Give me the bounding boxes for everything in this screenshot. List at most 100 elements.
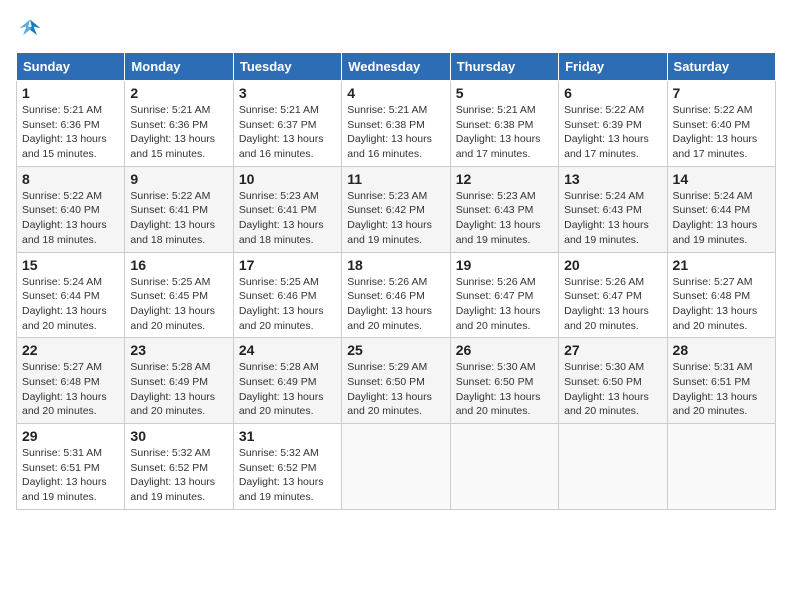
day-number: 6 — [564, 85, 661, 101]
daylight-label: Daylight: 13 hours and 20 minutes. — [456, 391, 541, 418]
day-info: Sunrise: 5:23 AM Sunset: 6:43 PM Dayligh… — [456, 189, 553, 248]
day-number: 11 — [347, 171, 444, 187]
sunrise-label: Sunrise: 5:27 AM — [22, 361, 102, 373]
sunset-label: Sunset: 6:41 PM — [130, 204, 208, 216]
sunset-label: Sunset: 6:44 PM — [673, 204, 751, 216]
calendar-cell — [559, 424, 667, 510]
calendar-cell: 28 Sunrise: 5:31 AM Sunset: 6:51 PM Dayl… — [667, 338, 775, 424]
sunset-label: Sunset: 6:49 PM — [239, 376, 317, 388]
calendar-cell: 29 Sunrise: 5:31 AM Sunset: 6:51 PM Dayl… — [17, 424, 125, 510]
day-info: Sunrise: 5:25 AM Sunset: 6:46 PM Dayligh… — [239, 275, 336, 334]
sunrise-label: Sunrise: 5:26 AM — [347, 276, 427, 288]
sunset-label: Sunset: 6:40 PM — [673, 119, 751, 131]
sunrise-label: Sunrise: 5:22 AM — [564, 104, 644, 116]
sunrise-label: Sunrise: 5:21 AM — [347, 104, 427, 116]
calendar-cell: 13 Sunrise: 5:24 AM Sunset: 6:43 PM Dayl… — [559, 166, 667, 252]
daylight-label: Daylight: 13 hours and 19 minutes. — [673, 219, 758, 246]
page-header — [16, 16, 776, 44]
daylight-label: Daylight: 13 hours and 20 minutes. — [456, 305, 541, 332]
daylight-label: Daylight: 13 hours and 19 minutes. — [239, 476, 324, 503]
sunset-label: Sunset: 6:41 PM — [239, 204, 317, 216]
day-info: Sunrise: 5:31 AM Sunset: 6:51 PM Dayligh… — [22, 446, 119, 505]
sunrise-label: Sunrise: 5:21 AM — [22, 104, 102, 116]
sunrise-label: Sunrise: 5:24 AM — [22, 276, 102, 288]
day-number: 29 — [22, 428, 119, 444]
sunset-label: Sunset: 6:43 PM — [456, 204, 534, 216]
sunset-label: Sunset: 6:50 PM — [456, 376, 534, 388]
day-number: 15 — [22, 257, 119, 273]
day-info: Sunrise: 5:29 AM Sunset: 6:50 PM Dayligh… — [347, 360, 444, 419]
sunset-label: Sunset: 6:50 PM — [564, 376, 642, 388]
day-number: 26 — [456, 342, 553, 358]
daylight-label: Daylight: 13 hours and 17 minutes. — [564, 133, 649, 160]
day-info: Sunrise: 5:28 AM Sunset: 6:49 PM Dayligh… — [239, 360, 336, 419]
calendar-cell: 10 Sunrise: 5:23 AM Sunset: 6:41 PM Dayl… — [233, 166, 341, 252]
sunset-label: Sunset: 6:44 PM — [22, 290, 100, 302]
weekday-header-tuesday: Tuesday — [233, 53, 341, 81]
day-info: Sunrise: 5:25 AM Sunset: 6:45 PM Dayligh… — [130, 275, 227, 334]
daylight-label: Daylight: 13 hours and 15 minutes. — [22, 133, 107, 160]
sunset-label: Sunset: 6:46 PM — [239, 290, 317, 302]
daylight-label: Daylight: 13 hours and 20 minutes. — [239, 305, 324, 332]
daylight-label: Daylight: 13 hours and 19 minutes. — [22, 476, 107, 503]
day-number: 10 — [239, 171, 336, 187]
daylight-label: Daylight: 13 hours and 20 minutes. — [347, 391, 432, 418]
day-number: 19 — [456, 257, 553, 273]
calendar-cell: 4 Sunrise: 5:21 AM Sunset: 6:38 PM Dayli… — [342, 81, 450, 167]
calendar-cell: 11 Sunrise: 5:23 AM Sunset: 6:42 PM Dayl… — [342, 166, 450, 252]
day-info: Sunrise: 5:24 AM Sunset: 6:43 PM Dayligh… — [564, 189, 661, 248]
day-info: Sunrise: 5:32 AM Sunset: 6:52 PM Dayligh… — [239, 446, 336, 505]
calendar-week-row: 8 Sunrise: 5:22 AM Sunset: 6:40 PM Dayli… — [17, 166, 776, 252]
sunrise-label: Sunrise: 5:23 AM — [239, 190, 319, 202]
day-info: Sunrise: 5:22 AM Sunset: 6:39 PM Dayligh… — [564, 103, 661, 162]
day-info: Sunrise: 5:23 AM Sunset: 6:42 PM Dayligh… — [347, 189, 444, 248]
sunrise-label: Sunrise: 5:23 AM — [456, 190, 536, 202]
sunrise-label: Sunrise: 5:21 AM — [456, 104, 536, 116]
day-info: Sunrise: 5:31 AM Sunset: 6:51 PM Dayligh… — [673, 360, 770, 419]
day-number: 31 — [239, 428, 336, 444]
day-number: 7 — [673, 85, 770, 101]
sunrise-label: Sunrise: 5:26 AM — [456, 276, 536, 288]
weekday-header-wednesday: Wednesday — [342, 53, 450, 81]
sunrise-label: Sunrise: 5:21 AM — [239, 104, 319, 116]
day-number: 13 — [564, 171, 661, 187]
sunrise-label: Sunrise: 5:24 AM — [673, 190, 753, 202]
logo — [16, 16, 48, 44]
calendar-cell: 8 Sunrise: 5:22 AM Sunset: 6:40 PM Dayli… — [17, 166, 125, 252]
day-info: Sunrise: 5:26 AM Sunset: 6:46 PM Dayligh… — [347, 275, 444, 334]
daylight-label: Daylight: 13 hours and 20 minutes. — [130, 305, 215, 332]
day-info: Sunrise: 5:22 AM Sunset: 6:40 PM Dayligh… — [22, 189, 119, 248]
day-number: 12 — [456, 171, 553, 187]
day-info: Sunrise: 5:21 AM Sunset: 6:38 PM Dayligh… — [347, 103, 444, 162]
sunrise-label: Sunrise: 5:28 AM — [239, 361, 319, 373]
day-info: Sunrise: 5:21 AM Sunset: 6:36 PM Dayligh… — [130, 103, 227, 162]
sunset-label: Sunset: 6:39 PM — [564, 119, 642, 131]
sunrise-label: Sunrise: 5:25 AM — [239, 276, 319, 288]
daylight-label: Daylight: 13 hours and 19 minutes. — [456, 219, 541, 246]
calendar-cell: 24 Sunrise: 5:28 AM Sunset: 6:49 PM Dayl… — [233, 338, 341, 424]
day-info: Sunrise: 5:30 AM Sunset: 6:50 PM Dayligh… — [456, 360, 553, 419]
daylight-label: Daylight: 13 hours and 18 minutes. — [22, 219, 107, 246]
day-number: 5 — [456, 85, 553, 101]
day-number: 16 — [130, 257, 227, 273]
day-number: 3 — [239, 85, 336, 101]
logo-icon — [16, 16, 44, 44]
weekday-header-sunday: Sunday — [17, 53, 125, 81]
daylight-label: Daylight: 13 hours and 19 minutes. — [130, 476, 215, 503]
daylight-label: Daylight: 13 hours and 16 minutes. — [239, 133, 324, 160]
daylight-label: Daylight: 13 hours and 16 minutes. — [347, 133, 432, 160]
day-info: Sunrise: 5:26 AM Sunset: 6:47 PM Dayligh… — [564, 275, 661, 334]
day-number: 14 — [673, 171, 770, 187]
calendar-cell: 26 Sunrise: 5:30 AM Sunset: 6:50 PM Dayl… — [450, 338, 558, 424]
day-info: Sunrise: 5:27 AM Sunset: 6:48 PM Dayligh… — [673, 275, 770, 334]
calendar-cell: 30 Sunrise: 5:32 AM Sunset: 6:52 PM Dayl… — [125, 424, 233, 510]
calendar-week-row: 22 Sunrise: 5:27 AM Sunset: 6:48 PM Dayl… — [17, 338, 776, 424]
day-info: Sunrise: 5:30 AM Sunset: 6:50 PM Dayligh… — [564, 360, 661, 419]
calendar-cell: 22 Sunrise: 5:27 AM Sunset: 6:48 PM Dayl… — [17, 338, 125, 424]
sunset-label: Sunset: 6:37 PM — [239, 119, 317, 131]
sunrise-label: Sunrise: 5:23 AM — [347, 190, 427, 202]
sunset-label: Sunset: 6:36 PM — [130, 119, 208, 131]
sunset-label: Sunset: 6:52 PM — [239, 462, 317, 474]
day-info: Sunrise: 5:26 AM Sunset: 6:47 PM Dayligh… — [456, 275, 553, 334]
weekday-header-row: SundayMondayTuesdayWednesdayThursdayFrid… — [17, 53, 776, 81]
